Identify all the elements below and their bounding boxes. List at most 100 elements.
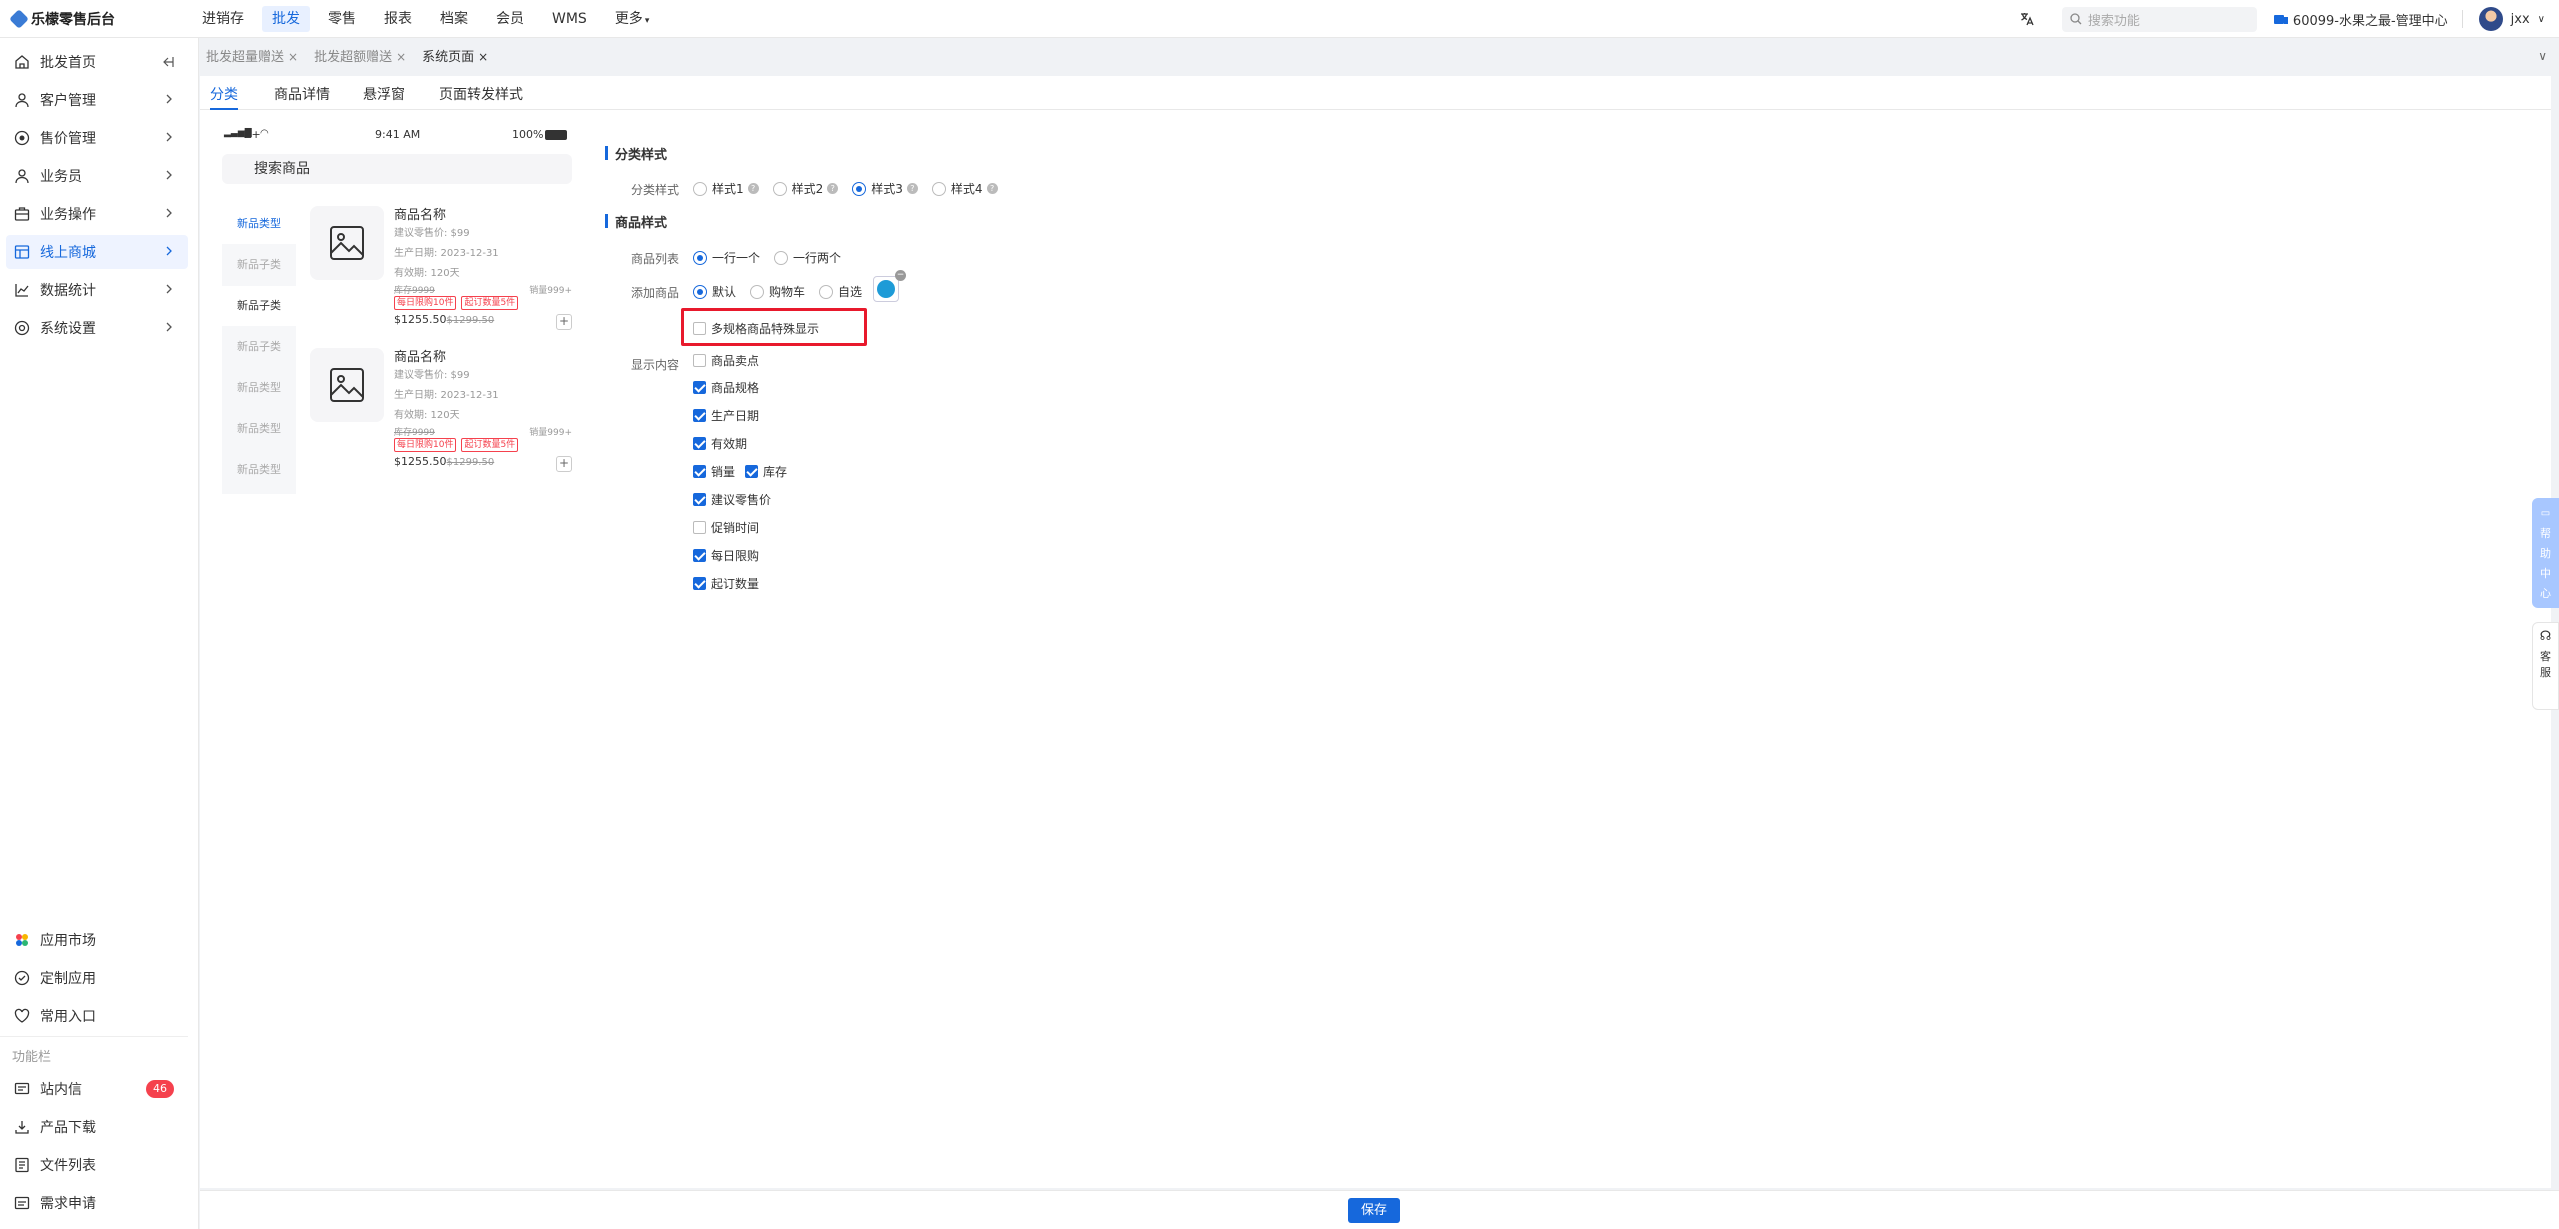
- sidebar-item-customers[interactable]: 客户管理: [6, 83, 188, 117]
- checkbox-spec[interactable]: 商品规格: [693, 379, 759, 396]
- tab-floating-window[interactable]: 悬浮窗: [363, 84, 405, 110]
- current-price: $1255.50: [394, 313, 447, 326]
- tab-share-style[interactable]: 页面转发样式: [439, 84, 523, 110]
- sub-tabs: 分类 商品详情 悬浮窗 页面转发样式: [200, 76, 2551, 110]
- help-icon[interactable]: ?: [986, 183, 998, 194]
- heart-icon: [14, 1008, 30, 1023]
- checkbox-selling-point[interactable]: 商品卖点: [693, 352, 759, 369]
- sidebar-item-pricing[interactable]: 售价管理: [6, 121, 188, 155]
- checkbox-daily-limit[interactable]: 每日限购: [693, 547, 759, 564]
- page-tab-active[interactable]: 系统页面 ×: [416, 45, 494, 69]
- close-icon[interactable]: ×: [396, 50, 406, 64]
- cart-icon: [877, 280, 895, 298]
- product-validity: 有效期: 120天: [394, 268, 460, 279]
- sidebar-item-files[interactable]: 文件列表: [6, 1148, 188, 1182]
- add-product-label: 添加商品: [631, 286, 680, 300]
- checkbox-stock[interactable]: 库存: [745, 463, 787, 480]
- nav-more[interactable]: 更多 ▾: [605, 6, 660, 32]
- nav-retail[interactable]: 零售: [318, 6, 366, 32]
- checkbox-validity[interactable]: 有效期: [693, 435, 747, 452]
- help-center-button[interactable]: ▭ 帮 助 中 心: [2532, 498, 2559, 608]
- checkbox-promo-time[interactable]: 促销时间: [693, 519, 759, 536]
- chevron-down-icon[interactable]: ∨: [2538, 14, 2545, 25]
- chevron-right-icon: [166, 132, 172, 142]
- customer-service-button[interactable]: ☊ 客 服: [2532, 622, 2559, 710]
- sidebar-item-label: 线上商城: [40, 245, 96, 261]
- checkbox-suggested-price[interactable]: 建议零售价: [693, 491, 771, 508]
- sidebar-item-salesman[interactable]: 业务员: [6, 159, 188, 193]
- sidebar-item-download[interactable]: 产品下载: [6, 1110, 188, 1144]
- nav-archive[interactable]: 档案: [430, 6, 478, 32]
- sidebar-item-requests[interactable]: 需求申请: [6, 1186, 188, 1220]
- sidebar-item-operations[interactable]: 业务操作: [6, 197, 188, 231]
- nav-wms[interactable]: WMS: [542, 6, 597, 32]
- message-icon: ▭: [2540, 508, 2551, 519]
- phone-search-bar: 搜索商品: [222, 154, 572, 184]
- search-placeholder: 搜索功能: [2087, 13, 2140, 29]
- tab-category[interactable]: 分类: [210, 84, 238, 110]
- phone-preview: ▂▃▅▇ Z+ ◠ 9:41 AM 100% 搜索商品 新品类型 新品子类 新品…: [220, 124, 572, 564]
- sidebar-item-settings[interactable]: 系统设置: [6, 311, 188, 345]
- close-icon[interactable]: ×: [288, 50, 298, 64]
- cart-icon-preview[interactable]: [873, 276, 899, 302]
- chevron-down-icon[interactable]: ∨: [2538, 49, 2547, 63]
- divider: [2461, 10, 2463, 28]
- help-icon[interactable]: ?: [827, 183, 839, 194]
- radio-style-4[interactable]: 样式4?: [931, 180, 998, 197]
- search-icon: [2070, 13, 2082, 25]
- nav-reports[interactable]: 报表: [374, 6, 422, 32]
- translate-icon[interactable]: [2016, 8, 2038, 30]
- checkbox-min-order[interactable]: 起订数量: [693, 575, 759, 592]
- radio-circle: [819, 284, 834, 299]
- nav-wholesale[interactable]: 批发: [262, 6, 310, 32]
- radio-two-per-row[interactable]: 一行两个: [774, 249, 841, 266]
- divider: [0, 1036, 188, 1037]
- sidebar-item-app-market[interactable]: 应用市场: [6, 923, 188, 957]
- close-icon[interactable]: −: [895, 270, 906, 281]
- username[interactable]: jxx: [2511, 12, 2530, 27]
- download-icon: [15, 1121, 29, 1134]
- help-icon[interactable]: ?: [747, 183, 759, 194]
- page-tab[interactable]: 批发超量赠送 ×: [200, 45, 304, 69]
- checkbox-checked: [693, 465, 706, 478]
- custom-app-icon: [14, 970, 30, 986]
- sidebar-item-custom-app[interactable]: 定制应用: [6, 961, 188, 995]
- nav-member[interactable]: 会员: [486, 6, 534, 32]
- checkbox-sales[interactable]: 销量: [693, 463, 735, 480]
- sidebar-item-messages[interactable]: 站内信 46: [6, 1072, 188, 1106]
- product-stock: 库存9999: [394, 286, 435, 296]
- store-selector[interactable]: 60099-水果之最-管理中心: [2273, 10, 2448, 29]
- save-button[interactable]: 保存: [1348, 1198, 1400, 1223]
- multi-spec-checkbox[interactable]: 多规格商品特殊显示: [693, 320, 819, 337]
- avatar[interactable]: [2478, 7, 2503, 31]
- tab-product-detail[interactable]: 商品详情: [274, 84, 330, 110]
- sidebar-item-online-mall[interactable]: 线上商城: [6, 235, 188, 269]
- radio-one-per-row[interactable]: 一行一个: [693, 249, 760, 266]
- help-char: 心: [2540, 587, 2551, 600]
- collapse-sidebar-icon[interactable]: [160, 54, 176, 70]
- help-char: 帮: [2540, 527, 2551, 540]
- help-icon[interactable]: ?: [906, 183, 918, 194]
- function-search-input[interactable]: 搜索功能: [2061, 6, 2257, 32]
- page-tab[interactable]: 批发超额赠送 ×: [308, 45, 412, 69]
- radio-circle-selected: [693, 250, 707, 265]
- radio-default[interactable]: 默认: [693, 283, 736, 300]
- checkbox-production-date[interactable]: 生产日期: [693, 407, 759, 424]
- radio-style-3[interactable]: 样式3?: [852, 180, 918, 197]
- nav-inventory[interactable]: 进销存: [192, 6, 254, 32]
- battery-icon: [545, 130, 567, 140]
- app-logo[interactable]: 乐檬零售后台: [9, 9, 115, 29]
- radio-custom[interactable]: 自选: [819, 283, 862, 300]
- radio-style-2[interactable]: 样式2?: [772, 180, 839, 197]
- radio-cart[interactable]: 购物车: [750, 283, 805, 300]
- sidebar-item-wholesale-home[interactable]: 批发首页: [6, 45, 188, 79]
- sidebar-item-statistics[interactable]: 数据统计: [6, 273, 188, 307]
- close-icon[interactable]: ×: [478, 50, 488, 64]
- radio-circle: [750, 284, 765, 299]
- radio-style-1[interactable]: 样式1?: [693, 180, 759, 197]
- sidebar-item-favorites[interactable]: 常用入口: [6, 999, 188, 1033]
- product-image-placeholder: [310, 206, 384, 280]
- sidebar-item-label: 需求申请: [40, 1196, 96, 1212]
- sidebar: 批发首页 客户管理 售价管理 业务员 业务操作 线上商城 数据统计 系统设置 应…: [0, 38, 199, 1229]
- product-image-placeholder: [310, 348, 384, 422]
